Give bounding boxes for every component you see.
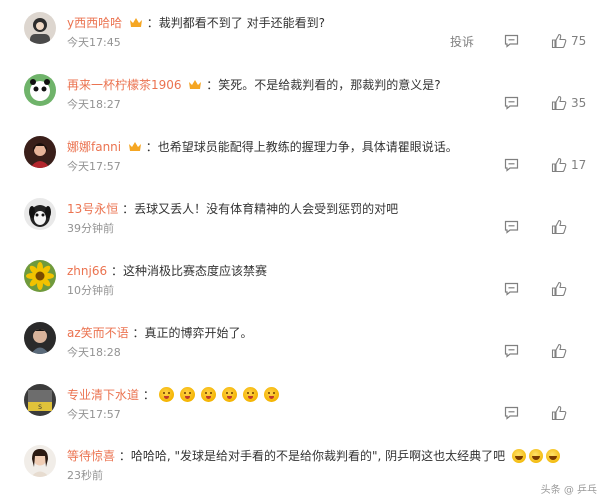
comment-header: 再来一杯柠檬茶1906 ：笑死。不是给裁判看的，那裁判的意义是? (67, 78, 441, 92)
like-icon[interactable] (551, 33, 567, 49)
comment-text: 真正的博弈开始了。 (144, 326, 253, 340)
comment-header: y西西哈哈 ：裁判都看不到了 对手还能看到? (67, 16, 325, 30)
reply-icon[interactable] (504, 282, 519, 296)
avatar[interactable] (24, 260, 56, 292)
avatar[interactable] (24, 445, 56, 477)
avatar[interactable] (24, 198, 56, 230)
avatar[interactable] (24, 136, 56, 168)
vip-crown-icon (129, 18, 142, 27)
comment-actions (504, 342, 587, 360)
comment-item: az笑而不语 ：真正的博弈开始了。 今天18:28 (0, 322, 603, 370)
comment-actions (504, 218, 587, 236)
like-icon[interactable] (551, 95, 567, 111)
like-count: 17 (571, 158, 587, 172)
laughing-emoji-icon (512, 449, 526, 463)
watermark: 头条 @ 乒乓 (540, 485, 597, 496)
comment-item: 13号永恒 ：丢球又丢人！没有体育精神的人会受到惩罚的对吧 39分钟前 (0, 198, 603, 246)
comment-text: 丢球又丢人！没有体育精神的人会受到惩罚的对吧 (134, 202, 399, 216)
avatar[interactable] (24, 74, 56, 106)
comment-text: 哈哈哈, "发球是给对手看的不是给你裁判看的", 阴乒啊这也太经典了吧 (130, 449, 506, 463)
comment-header: 13号永恒 ：丢球又丢人！没有体育精神的人会受到惩罚的对吧 (67, 202, 399, 216)
comment-time: 今天17:57 (67, 160, 121, 173)
comment-text: 笑死。不是给裁判看的，那裁判的意义是? (218, 78, 441, 92)
comment-header: 娜娜fanni ：也希望球员能配得上教练的握理力争，具体请瞿眼说话。 (67, 140, 458, 154)
comment-time: 39分钟前 (67, 222, 114, 235)
vip-crown-icon (189, 80, 202, 89)
comment-time: 今天17:57 (67, 408, 121, 421)
laughing-emoji-icon (179, 387, 195, 402)
avatar[interactable] (24, 322, 56, 354)
comment-text: 也希望球员能配得上教练的握理力争，具体请瞿眼说话。 (157, 140, 458, 154)
comment-header: zhnj66 ：这种消极比赛态度应该禁赛 (67, 264, 267, 278)
comment-actions: 投诉 75 (450, 32, 587, 50)
comment-item: 娜娜fanni ：也希望球员能配得上教练的握理力争，具体请瞿眼说话。 今天17:… (0, 136, 603, 184)
reply-icon[interactable] (504, 96, 519, 110)
username[interactable]: zhnj66 (67, 264, 107, 278)
username[interactable]: y西西哈哈 (67, 16, 122, 30)
like-icon[interactable] (551, 343, 567, 359)
comment-item: zhnj66 ：这种消极比赛态度应该禁赛 10分钟前 (0, 260, 603, 308)
like-icon[interactable] (551, 157, 567, 173)
comment-item: S 专业清下水道 ： 今天17:57 (0, 384, 603, 432)
laughing-emoji-icon (158, 387, 174, 402)
comment-text: 这种消极比赛态度应该禁赛 (122, 264, 267, 278)
comment-header: az笑而不语 ：真正的博弈开始了。 (67, 326, 253, 340)
comment-actions (504, 280, 587, 298)
username[interactable]: 再来一杯柠檬茶1906 (67, 78, 182, 92)
comment-time: 10分钟前 (67, 284, 114, 297)
vip-crown-icon (128, 142, 141, 151)
svg-text:S: S (38, 404, 42, 411)
laughing-emoji-icon (200, 387, 216, 402)
laughing-emoji-icon (529, 449, 543, 463)
comment-actions: 17 (504, 156, 587, 174)
username[interactable]: 13号永恒 (67, 202, 118, 216)
reply-icon[interactable] (504, 406, 519, 420)
laughing-emoji-icon (221, 387, 237, 402)
laughing-emoji-icon (263, 387, 279, 402)
comment-item: 再来一杯柠檬茶1906 ：笑死。不是给裁判看的，那裁判的意义是? 今天18:27… (0, 74, 603, 122)
report-button[interactable]: 投诉 (450, 33, 474, 50)
reply-icon[interactable] (504, 220, 519, 234)
avatar[interactable]: S (24, 384, 56, 416)
comment-actions: 35 (504, 94, 587, 112)
comment-actions (504, 404, 587, 422)
reply-icon[interactable] (504, 158, 519, 172)
like-icon[interactable] (551, 405, 567, 421)
reply-icon[interactable] (504, 34, 519, 48)
comment-header: 等待惊喜 ：哈哈哈, "发球是给对手看的不是给你裁判看的", 阴乒啊这也太经典了… (67, 447, 560, 465)
like-icon[interactable] (551, 281, 567, 297)
username[interactable]: 娜娜fanni (67, 140, 121, 154)
avatar[interactable] (24, 12, 56, 44)
like-count: 35 (571, 96, 587, 110)
like-count: 75 (571, 34, 587, 48)
username[interactable]: az笑而不语 (67, 326, 129, 340)
laughing-emoji-icon (242, 387, 258, 402)
comment-time: 23秒前 (67, 469, 103, 482)
laughing-emoji-icon (546, 449, 560, 463)
comment-item: 等待惊喜 ：哈哈哈, "发球是给对手看的不是给你裁判看的", 阴乒啊这也太经典了… (0, 445, 603, 493)
comment-item: y西西哈哈 ：裁判都看不到了 对手还能看到? 今天17:45 投诉 75 (0, 12, 603, 60)
comment-time: 今天17:45 (67, 36, 121, 49)
username[interactable]: 等待惊喜 (67, 449, 115, 463)
reply-icon[interactable] (504, 344, 519, 358)
username[interactable]: 专业清下水道 (67, 388, 139, 402)
like-icon[interactable] (551, 219, 567, 235)
comment-time: 今天18:28 (67, 346, 121, 359)
comment-time: 今天18:27 (67, 98, 121, 111)
comment-header: 专业清下水道 ： (67, 386, 285, 404)
comment-text: 裁判都看不到了 对手还能看到? (158, 16, 325, 30)
